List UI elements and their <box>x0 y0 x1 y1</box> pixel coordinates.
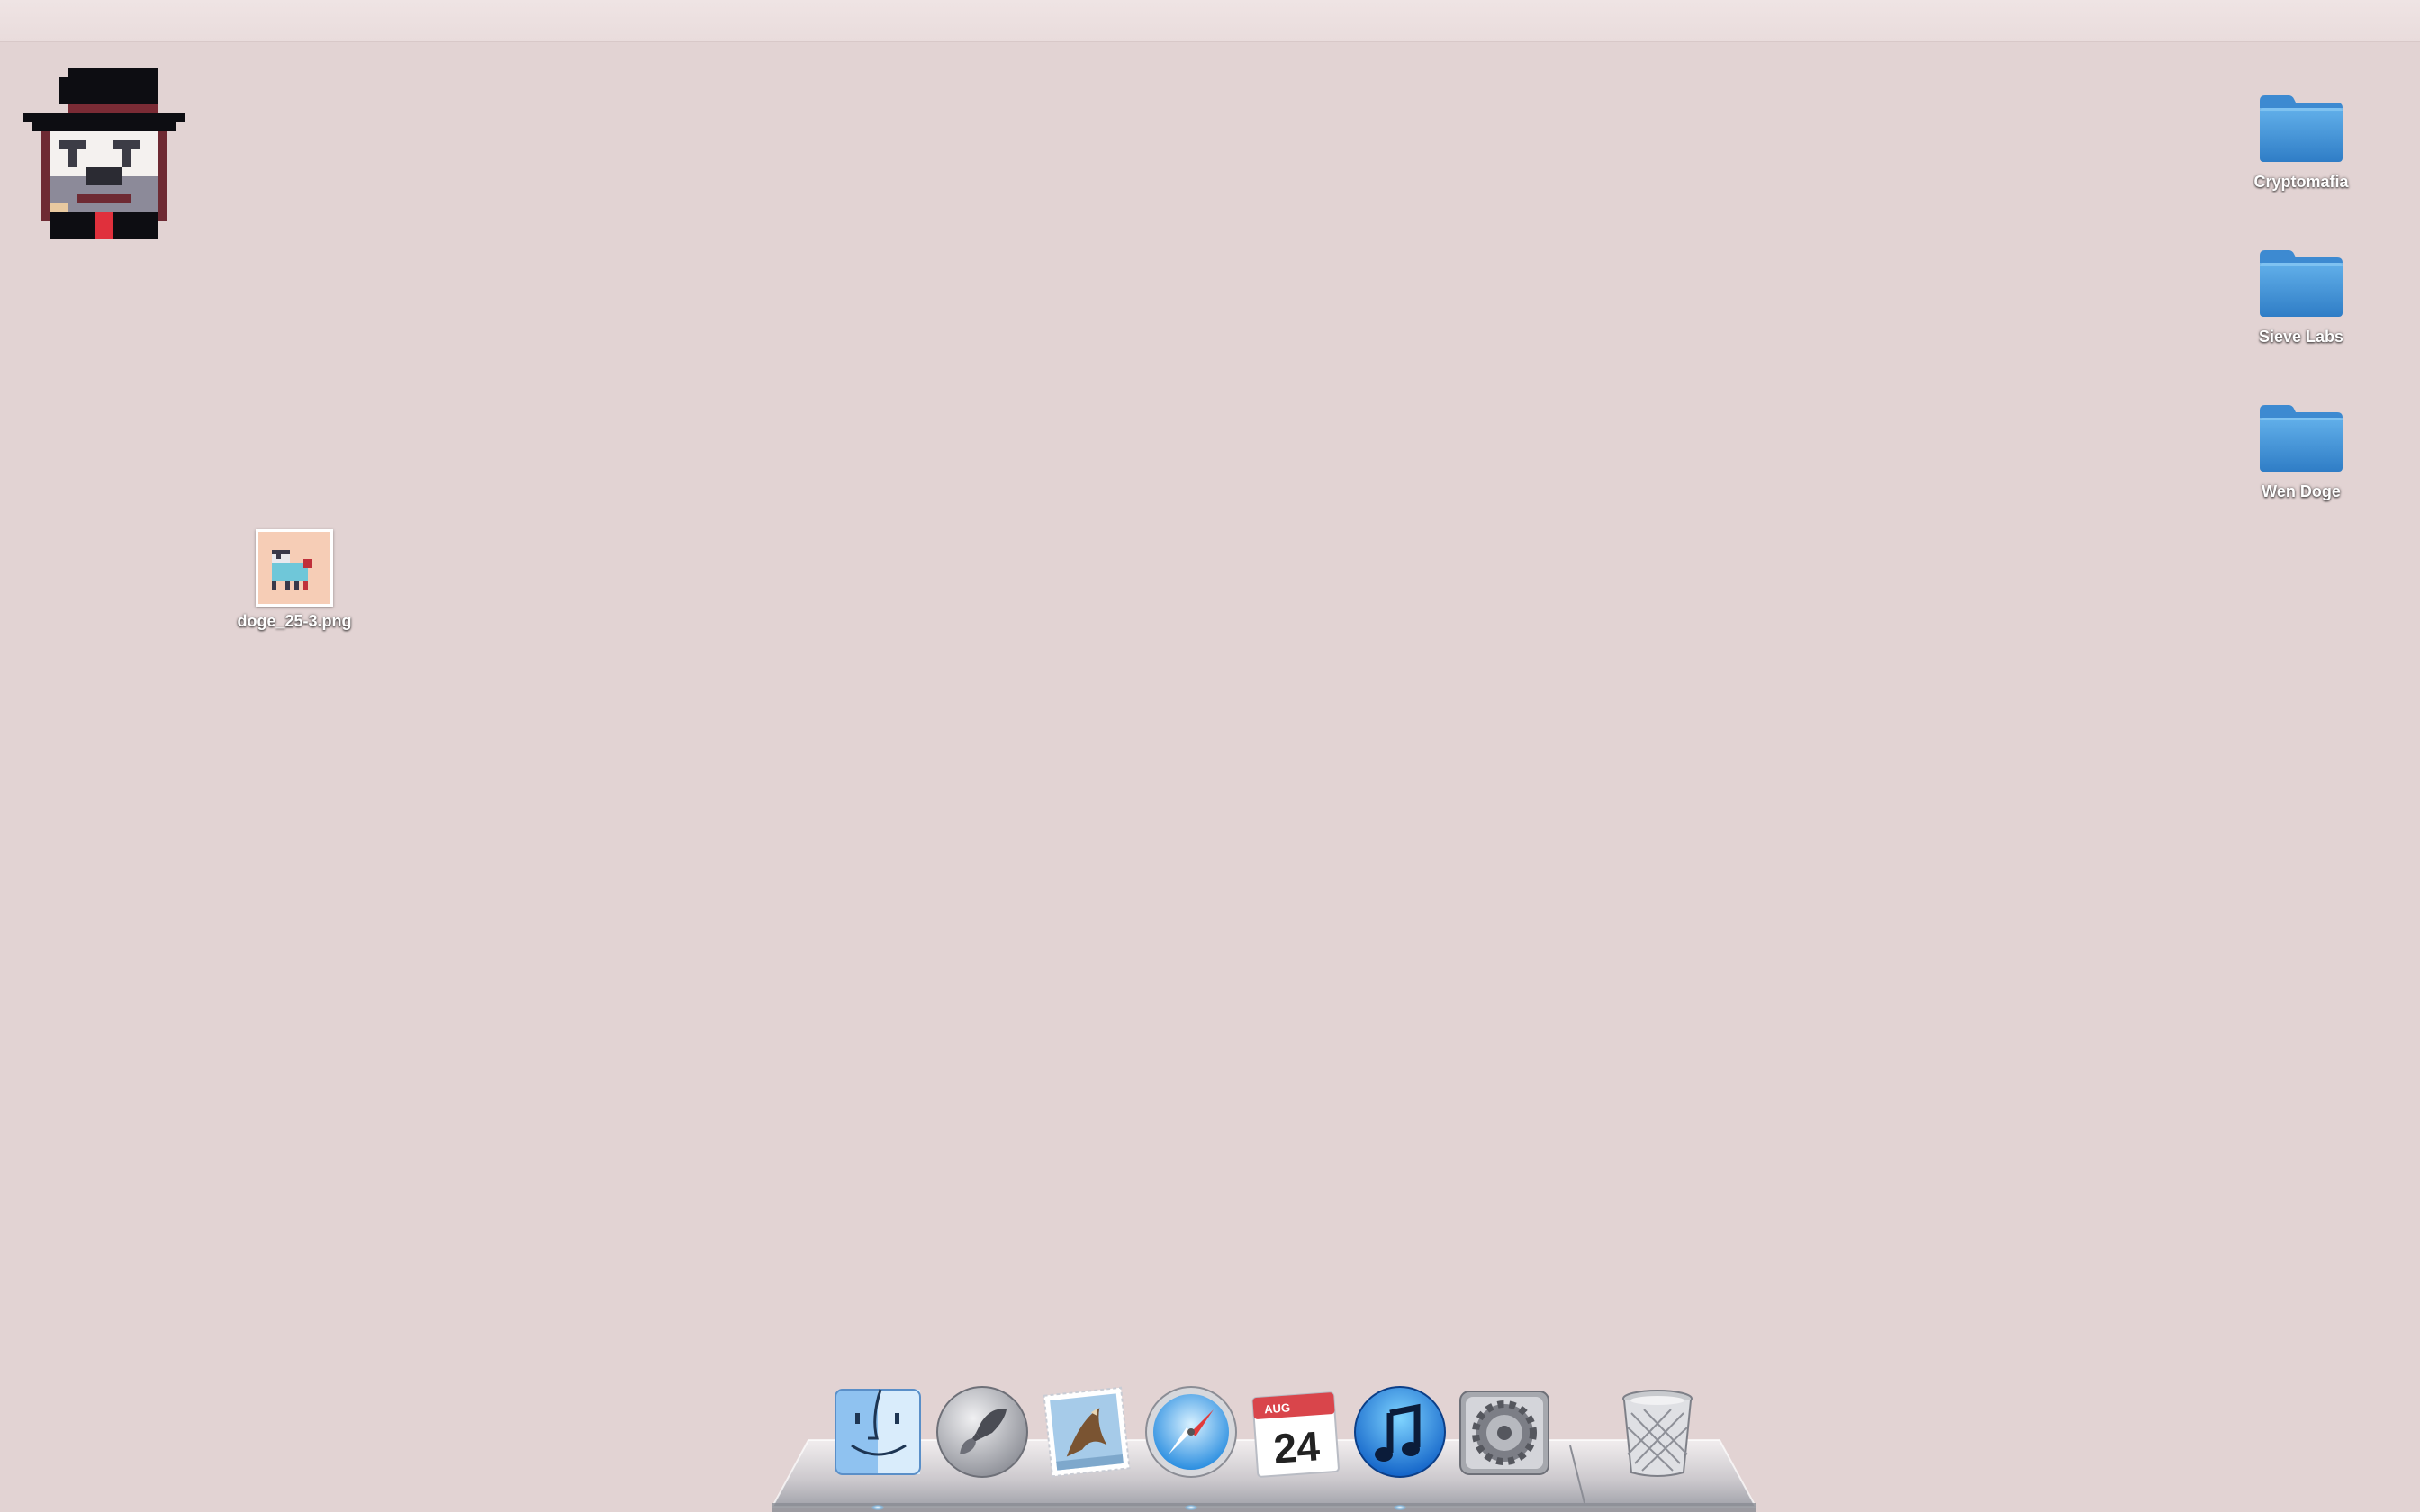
image-file-icon <box>256 529 333 607</box>
dock: AUG 24 <box>772 1363 1756 1512</box>
dock-mail[interactable] <box>1037 1382 1136 1481</box>
file-label: doge_25-3.png <box>237 612 352 630</box>
finder-icon <box>835 1389 921 1475</box>
folder-label: Cryptomafia <box>2253 173 2349 191</box>
dock-finder[interactable] <box>828 1382 927 1481</box>
pixel-doge-mafia-icon <box>23 68 185 241</box>
folder-cryptomafia[interactable]: Cryptomafia <box>2225 90 2378 192</box>
running-indicator <box>1185 1505 1197 1510</box>
calendar-month: AUG <box>1264 1400 1291 1416</box>
system-preferences-icon <box>1459 1390 1549 1475</box>
folder-sieve-labs[interactable]: Sieve Labs <box>2225 245 2378 346</box>
calendar-icon: AUG 24 <box>1251 1391 1340 1478</box>
running-indicator <box>871 1505 884 1510</box>
dock-system-preferences[interactable] <box>1455 1382 1554 1481</box>
calendar-day: 24 <box>1272 1422 1322 1472</box>
safari-icon <box>1145 1386 1237 1478</box>
folder-label: Sieve Labs <box>2258 328 2344 346</box>
launchpad-icon <box>936 1386 1028 1478</box>
itunes-icon <box>1354 1386 1446 1478</box>
folder-icon <box>2260 95 2343 162</box>
folder-icon <box>2260 250 2343 317</box>
dock-safari[interactable] <box>1142 1382 1241 1481</box>
mail-icon <box>1043 1386 1131 1478</box>
dock-calendar[interactable]: AUG 24 <box>1246 1382 1345 1481</box>
file-doge-png[interactable]: doge_25-3.png <box>218 529 371 631</box>
running-indicator <box>1394 1505 1406 1510</box>
dock-trash[interactable] <box>1608 1382 1707 1481</box>
folder-label: Wen Doge <box>2262 482 2341 500</box>
dock-itunes[interactable] <box>1350 1382 1449 1481</box>
menu-bar <box>0 0 2420 42</box>
folder-icon <box>2260 405 2343 472</box>
trash-icon <box>1622 1390 1693 1477</box>
dock-launchpad[interactable] <box>933 1382 1032 1481</box>
folder-wen-doge[interactable]: Wen Doge <box>2225 400 2378 501</box>
